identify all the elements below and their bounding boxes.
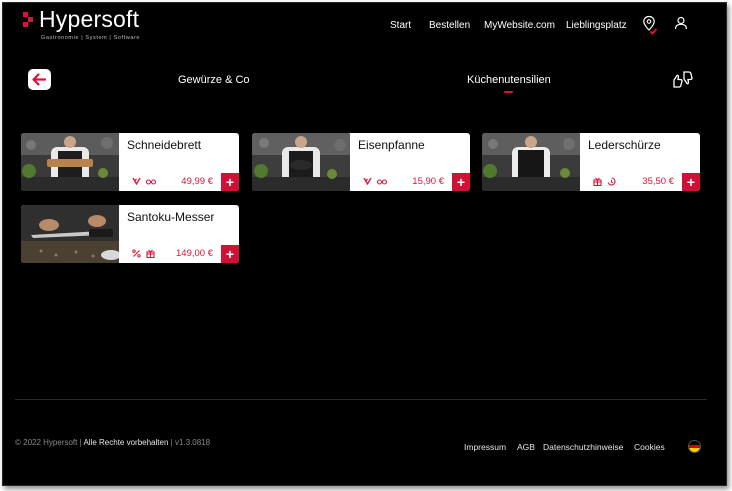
copyright: © 2022 Hypersoft | Alle Rechte vorbehalt… <box>15 438 210 447</box>
footer-divider <box>15 399 707 400</box>
product-name: Lederschürze <box>588 138 661 152</box>
footer-link-impressum[interactable]: Impressum <box>464 442 506 452</box>
nav-bestellen[interactable]: Bestellen <box>429 20 470 31</box>
product-price: 49,99 € <box>181 176 213 187</box>
location-pin-icon[interactable] <box>642 15 658 35</box>
add-to-cart-button[interactable]: + <box>452 173 470 191</box>
active-category-indicator <box>504 91 513 93</box>
product-name: Eisenpfanne <box>358 138 425 152</box>
add-to-cart-button[interactable]: + <box>221 173 239 191</box>
copyright-text: © 2022 Hypersoft | <box>15 438 82 447</box>
product-card[interactable]: Schneidebrett 49,99 € + <box>21 133 239 191</box>
product-price: 15,90 € <box>412 176 444 187</box>
product-name: Schneidebrett <box>127 138 202 152</box>
product-price: 149,00 € <box>176 248 213 259</box>
product-image <box>21 205 119 263</box>
glasses-icon <box>377 179 387 185</box>
product-card[interactable]: Santoku-Messer 149,00 € + <box>21 205 239 263</box>
footer-link-datenschutz[interactable]: Datenschutzhinweise <box>543 442 623 452</box>
vegan-icon <box>132 177 141 186</box>
add-to-cart-button[interactable]: + <box>221 245 239 263</box>
nav-start[interactable]: Start <box>390 20 411 31</box>
product-name: Santoku-Messer <box>127 210 215 224</box>
product-card[interactable]: Lederschürze 35,50 € + <box>482 133 700 191</box>
brand-name: Hypersoft <box>39 6 140 32</box>
footer-link-cookies[interactable]: Cookies <box>634 442 665 452</box>
rights-link[interactable]: Alle Rechte vorbehalten <box>83 438 168 447</box>
version-text: | v1.3.0818 <box>170 438 211 447</box>
german-flag-icon[interactable] <box>688 440 701 453</box>
back-button[interactable] <box>28 69 51 90</box>
product-image <box>252 133 350 191</box>
user-icon[interactable] <box>674 16 688 30</box>
timer-icon <box>607 177 616 186</box>
brand-tagline: Gastronomie | System | Software <box>41 35 141 41</box>
percent-icon <box>132 249 141 258</box>
glasses-icon <box>146 179 156 185</box>
add-to-cart-button[interactable]: + <box>682 173 700 191</box>
category-active[interactable]: Küchenutensilien <box>467 74 551 86</box>
footer-link-agb[interactable]: AGB <box>517 442 535 452</box>
gift-icon <box>146 249 155 258</box>
product-price: 35,50 € <box>642 176 674 187</box>
product-image <box>21 133 119 191</box>
thumbs-up-down-icon[interactable] <box>671 68 695 90</box>
logo-mark-icon <box>23 12 35 27</box>
nav-lieblingsplatz[interactable]: Lieblingsplatz <box>566 20 627 31</box>
arrow-left-icon <box>32 73 47 86</box>
vegan-icon <box>363 177 372 186</box>
product-image <box>482 133 580 191</box>
category-previous[interactable]: Gewürze & Co <box>178 74 250 86</box>
app-window: Hypersoft Gastronomie | System | Softwar… <box>2 2 727 486</box>
gift-icon <box>593 177 602 186</box>
product-card[interactable]: Eisenpfanne 15,90 € + <box>252 133 470 191</box>
nav-mywebsite[interactable]: MyWebsite.com <box>484 20 555 31</box>
